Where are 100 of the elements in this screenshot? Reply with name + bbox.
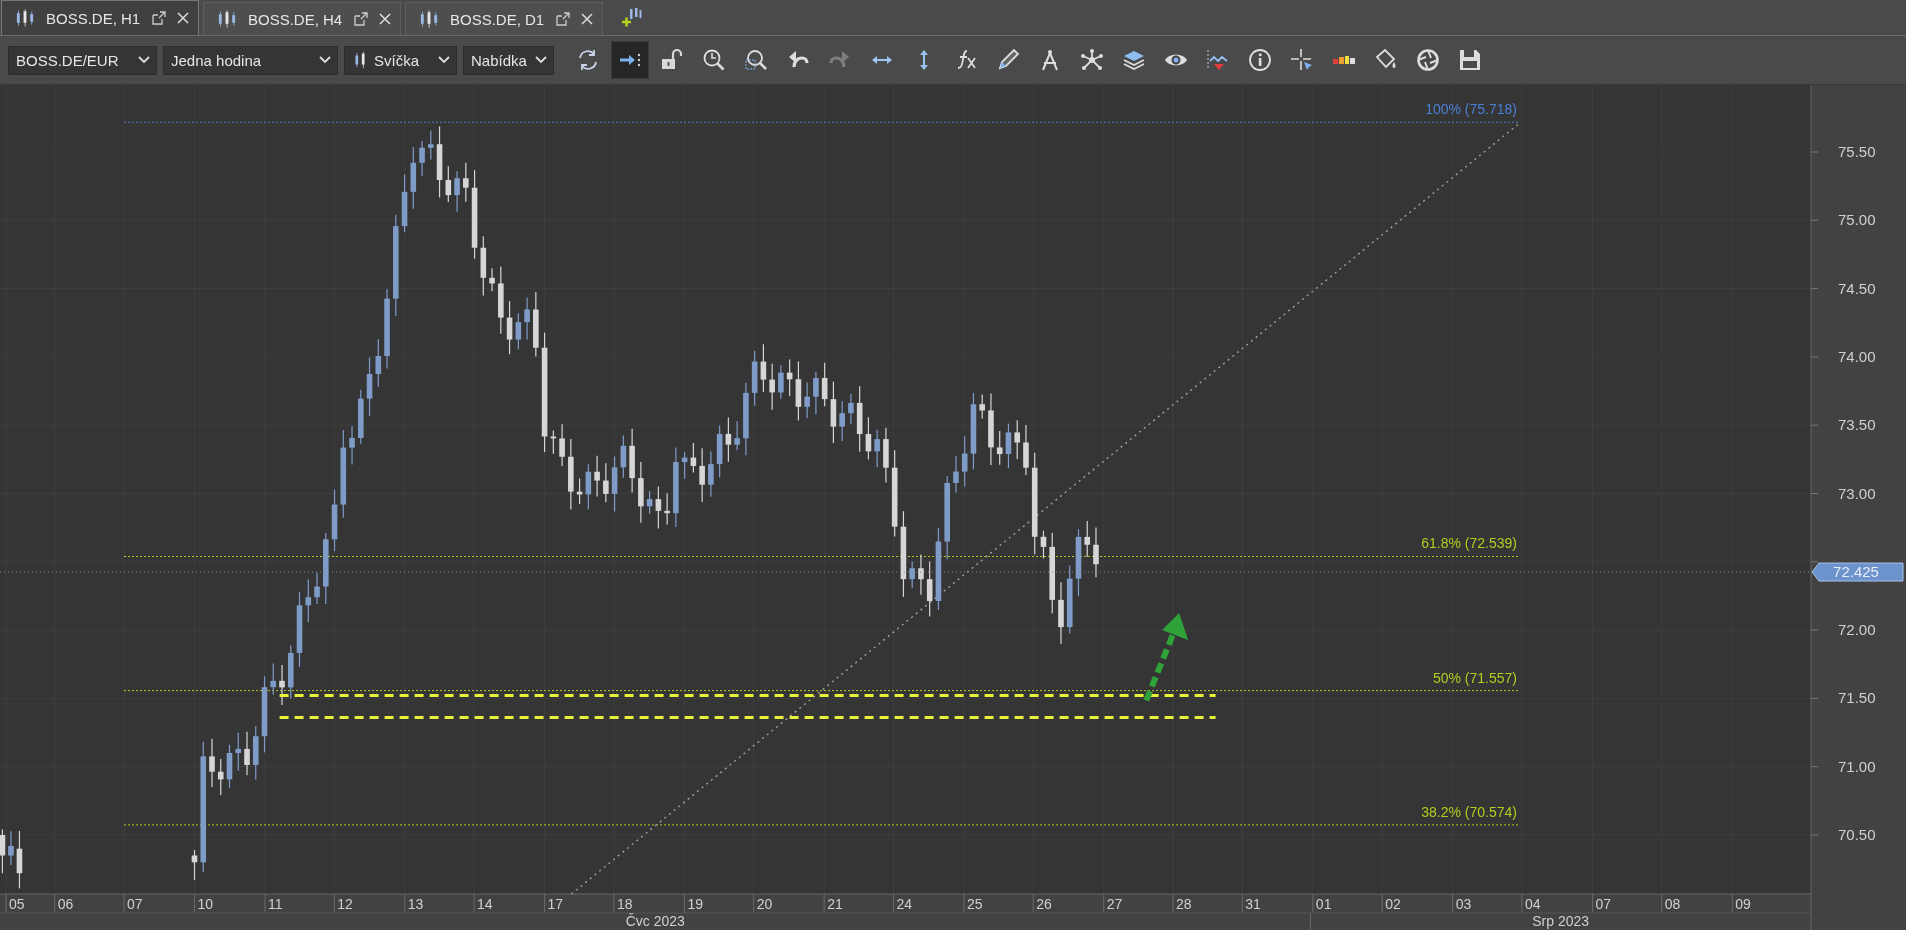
chevron-down-icon [535, 56, 547, 64]
candle [865, 416, 872, 461]
candle [1093, 526, 1099, 578]
candle [620, 434, 627, 479]
fibonacci-level-label: 38.2% (70.574) [1421, 803, 1517, 820]
candle [349, 425, 355, 466]
candle [1075, 528, 1082, 597]
candle [515, 312, 522, 351]
popout-icon[interactable] [152, 11, 166, 25]
date-label: 07 [127, 896, 143, 912]
candle [235, 732, 242, 772]
candle [594, 455, 600, 498]
candle [953, 455, 959, 494]
candle [358, 389, 364, 445]
add-chart-icon[interactable] [621, 7, 643, 29]
candle [287, 644, 294, 700]
date-label: 27 [1106, 896, 1123, 912]
candle [874, 429, 880, 468]
candle [716, 425, 723, 478]
candle [839, 400, 845, 442]
price-label: 75.00 [1838, 211, 1876, 229]
candle [611, 455, 618, 513]
dropdown[interactable]: BOSS.DE/EUR [8, 45, 157, 75]
date-label: 07 [1595, 896, 1611, 912]
candle [305, 578, 312, 623]
price-label: 71.00 [1838, 757, 1876, 775]
candle [226, 744, 233, 789]
candle [926, 560, 933, 618]
candle [489, 267, 495, 292]
candle [524, 296, 530, 341]
date-label: 24 [896, 896, 913, 912]
aperture-icon [1416, 48, 1440, 72]
date-label: 19 [687, 896, 703, 912]
candle [725, 417, 732, 463]
candle [708, 450, 714, 498]
price-label: 73.50 [1838, 416, 1876, 434]
candle [0, 828, 6, 874]
dropdown[interactable]: Jedna hodina [163, 45, 338, 75]
candle [533, 291, 539, 358]
toolbar-button[interactable] [612, 42, 648, 78]
dropdown[interactable]: Svíčka [344, 45, 457, 75]
candle [506, 300, 513, 355]
dropdown[interactable]: Nabídka [463, 45, 554, 75]
candle [769, 363, 775, 411]
candle [1005, 423, 1012, 469]
date-label: 12 [337, 896, 353, 912]
chart-tab[interactable]: BOSS.DE, H1 [1, 0, 199, 35]
month-label: Čvc 2023 [625, 913, 685, 929]
close-icon[interactable] [378, 12, 392, 26]
candle [279, 664, 285, 706]
popout-icon[interactable] [354, 12, 368, 26]
candle [445, 165, 452, 203]
price-label: 73.00 [1838, 484, 1876, 502]
candle [366, 356, 373, 417]
candle [734, 420, 740, 451]
candle [331, 488, 338, 552]
candle [830, 381, 837, 444]
date-label: 05 [9, 896, 25, 912]
date-label: 13 [407, 896, 424, 912]
candle [821, 362, 828, 407]
candle [1023, 424, 1029, 476]
date-label: 26 [1036, 896, 1052, 912]
candle [778, 364, 784, 400]
candle [664, 492, 670, 526]
chart-tab[interactable]: BOSS.DE, H4 [203, 2, 401, 35]
date-label: 06 [57, 896, 74, 912]
candle [909, 560, 915, 589]
refresh-icon [576, 48, 600, 72]
candlestick-icon [352, 50, 368, 70]
candle [375, 338, 382, 388]
price-label: 70.50 [1838, 826, 1876, 843]
candle [1040, 530, 1047, 560]
chart-tab[interactable]: BOSS.DE, D1 [405, 2, 603, 35]
candle [646, 490, 653, 515]
fibonacci-level-label: 100% (75.718) [1425, 101, 1517, 118]
candle [550, 429, 557, 455]
candle [568, 438, 574, 510]
close-icon[interactable] [176, 11, 190, 25]
date-label: 04 [1524, 896, 1541, 912]
candle [209, 738, 215, 788]
date-label: 09 [1735, 896, 1751, 912]
date-label: 20 [756, 896, 773, 912]
magnifier-icon [744, 48, 768, 72]
candle [699, 447, 705, 503]
candle [217, 758, 224, 796]
price-label: 74.50 [1838, 279, 1876, 297]
candle [918, 553, 924, 596]
candle [804, 381, 810, 419]
candle [690, 442, 697, 474]
padlock-icon [660, 48, 684, 72]
candle [401, 173, 408, 233]
candle [16, 830, 23, 890]
fibonacci-level-label: 61.8% (72.539) [1421, 535, 1517, 552]
date-label: 08 [1664, 896, 1681, 912]
candle [585, 463, 592, 511]
candle [979, 393, 985, 420]
candle [1014, 419, 1020, 460]
popout-icon[interactable] [556, 12, 570, 26]
fibonacci-level-label: 50% (71.557) [1432, 669, 1517, 686]
close-icon[interactable] [580, 12, 594, 26]
